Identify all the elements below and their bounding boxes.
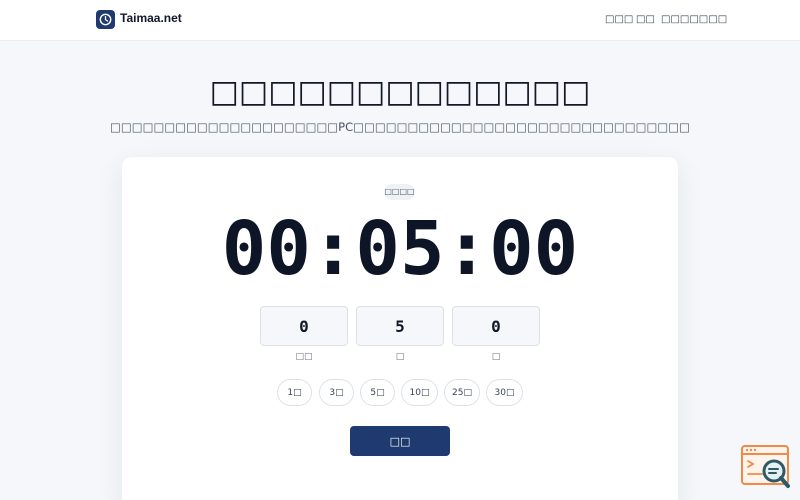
brand-name[interactable]: Taimaa.net <box>120 11 182 25</box>
preset-5-button[interactable]: 5□ <box>360 379 395 406</box>
preset-10-button[interactable]: 10□ <box>401 379 438 406</box>
minutes-label: □ <box>395 352 405 362</box>
site-header: Taimaa.net □□□ □□ □□□□□□□ <box>0 0 800 41</box>
preset-25-button[interactable]: 25□ <box>444 379 480 406</box>
minutes-input[interactable] <box>356 306 444 346</box>
timer-display: 00:05:00 <box>221 206 579 292</box>
preset-1-button[interactable]: 1□ <box>277 379 312 406</box>
preset-30-button[interactable]: 30□ <box>486 379 523 406</box>
seconds-input[interactable] <box>452 306 540 346</box>
nav-link-3[interactable]: □□□□□□□ <box>661 14 727 25</box>
seconds-label: □ <box>491 352 501 362</box>
nav-link-1[interactable]: □□□ <box>605 14 633 25</box>
hours-input[interactable] <box>260 306 348 346</box>
search-window-icon[interactable] <box>740 444 792 492</box>
page-title: □□□□□□□□□□□□□ <box>209 74 591 110</box>
start-button[interactable]: □□ <box>350 426 450 456</box>
preset-3-button[interactable]: 3□ <box>319 379 354 406</box>
clock-icon[interactable] <box>96 10 115 29</box>
mode-badge: □□□□ <box>384 184 415 200</box>
hours-label: □□ <box>295 352 313 362</box>
page-subtitle: □□□□□□□□□□□□□□□□□□□□□PC□□□□□□□□□□□□□□□□□… <box>110 120 690 134</box>
nav-link-2[interactable]: □□ <box>636 14 655 25</box>
